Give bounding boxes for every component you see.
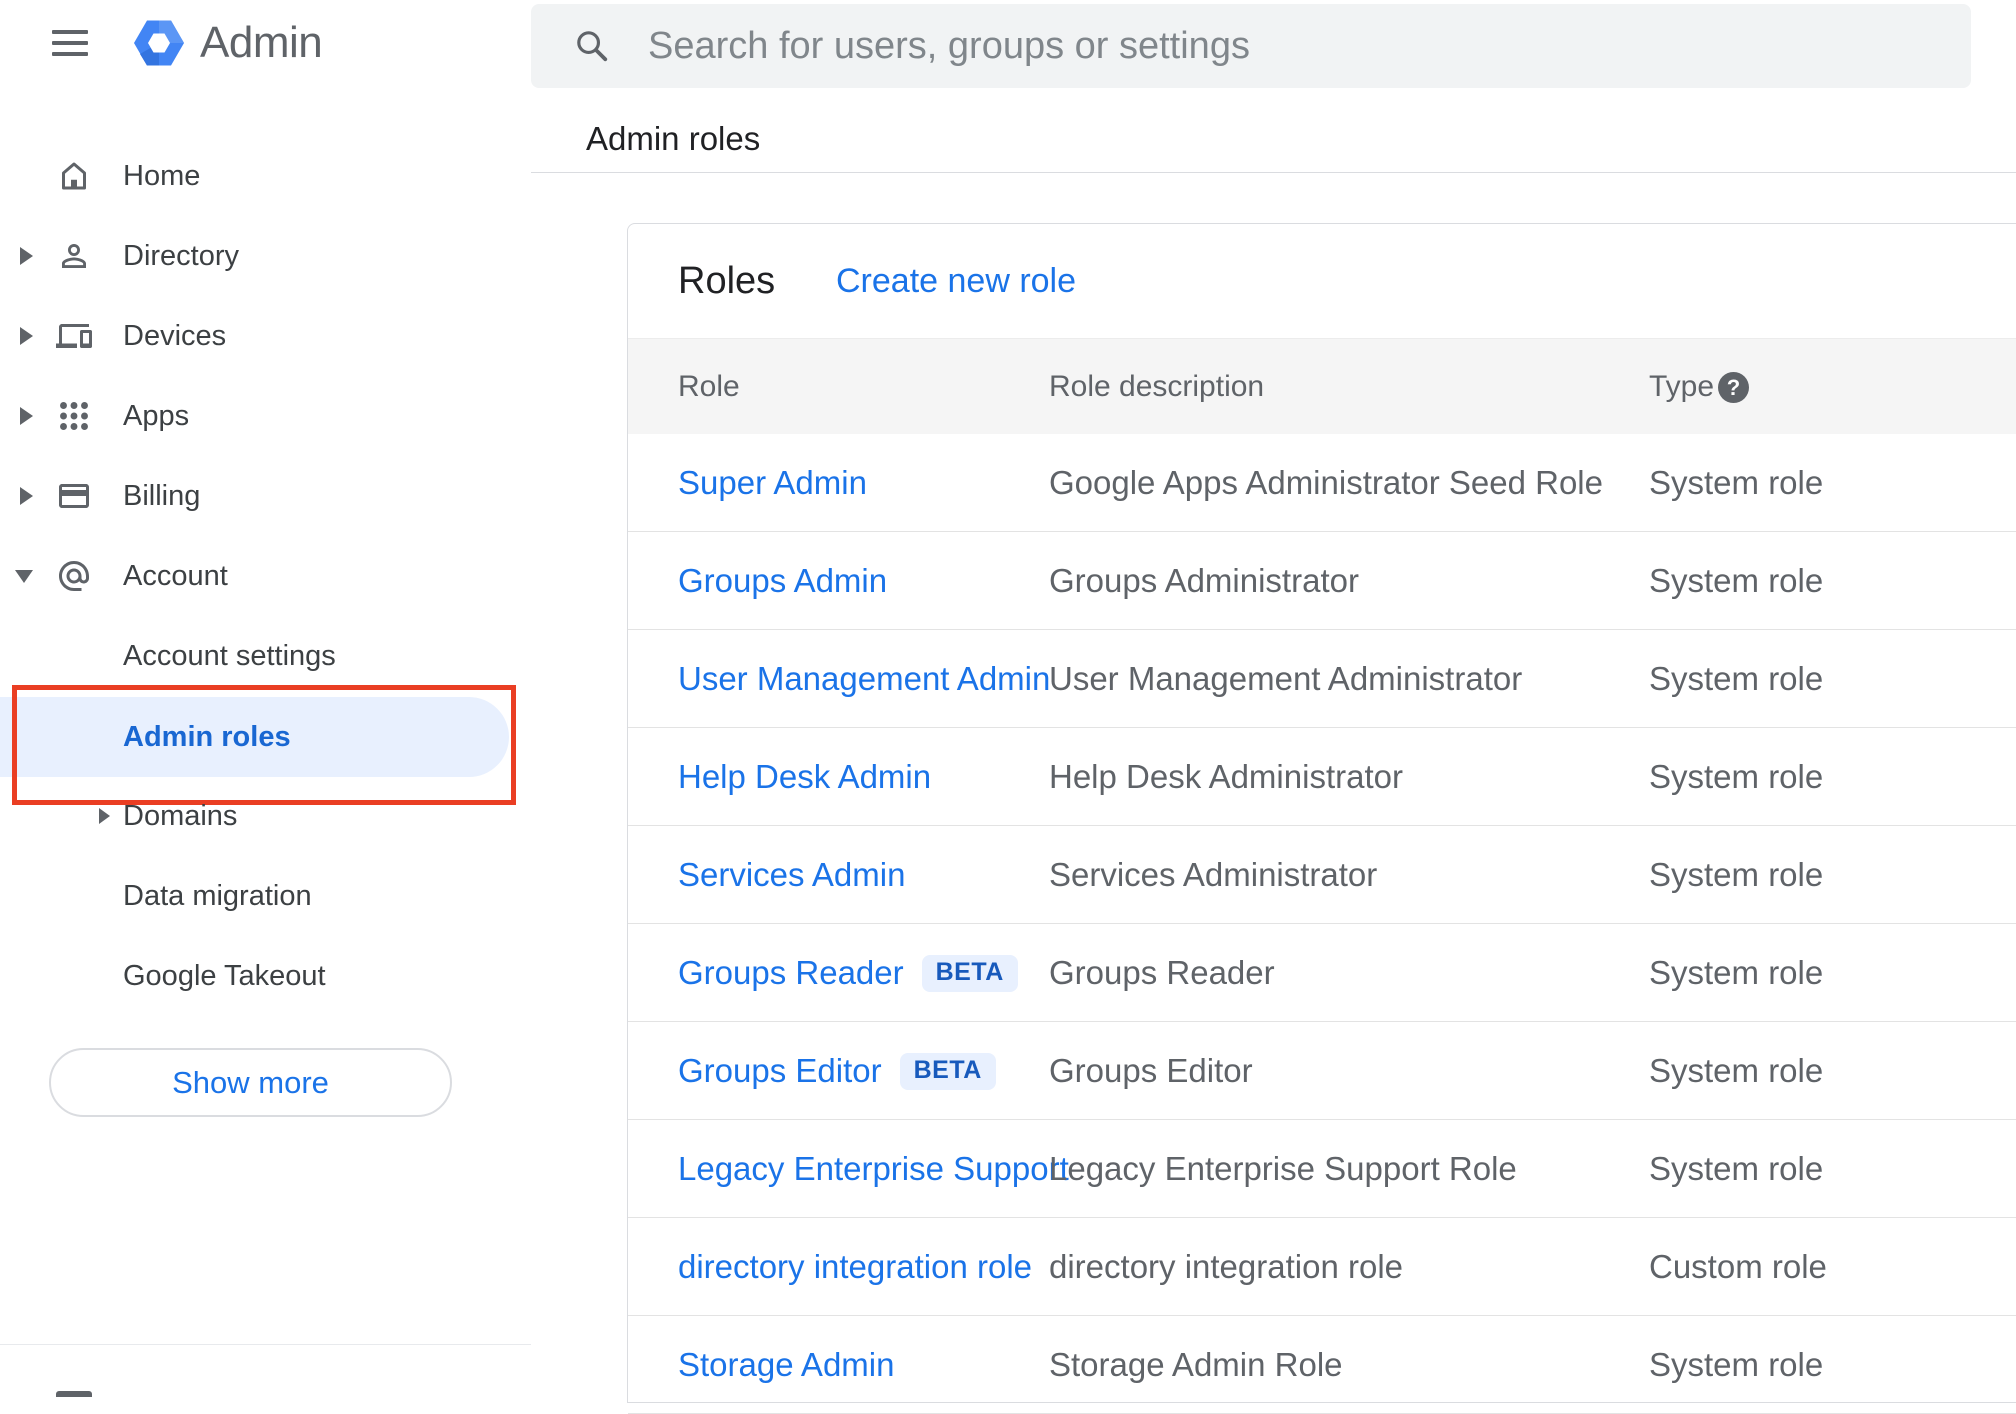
- role-link[interactable]: Super Admin: [678, 464, 867, 502]
- role-type: System role: [1649, 856, 1824, 893]
- beta-badge: BETA: [899, 1052, 996, 1090]
- role-description: Services Administrator: [1049, 856, 1378, 893]
- create-new-role-link[interactable]: Create new role: [836, 224, 1076, 338]
- roles-card: Roles Create new role Role Role descript…: [627, 223, 2016, 1414]
- help-icon[interactable]: ?: [1718, 372, 1749, 403]
- role-description: directory integration role: [1049, 1248, 1404, 1285]
- sidebar-item-account[interactable]: Account: [0, 536, 531, 616]
- sidebar: Admin Home Directory Devices Apps Billin…: [0, 0, 531, 1397]
- role-description: Help Desk Administrator: [1049, 758, 1403, 795]
- role-link[interactable]: Services Admin: [678, 856, 905, 894]
- expand-caret-icon[interactable]: [20, 247, 33, 265]
- sidebar-item-data-migration[interactable]: Data migration: [0, 856, 531, 936]
- role-description: Legacy Enterprise Support Role: [1049, 1150, 1517, 1187]
- role-description: User Management Administrator: [1049, 660, 1523, 697]
- table-row: Services Admin Services Administrator Sy…: [628, 826, 2016, 924]
- expand-caret-icon[interactable]: [20, 407, 33, 425]
- expand-caret-icon[interactable]: [99, 808, 110, 824]
- show-more-button[interactable]: Show more: [49, 1048, 452, 1117]
- column-header-role: Role: [678, 370, 740, 403]
- person-icon: [56, 238, 92, 274]
- table-row: Super Admin Google Apps Administrator Se…: [628, 434, 2016, 532]
- search-input[interactable]: [531, 4, 1971, 88]
- table-row: Legacy Enterprise Support Legacy Enterpr…: [628, 1120, 2016, 1218]
- admin-logo-icon: [132, 16, 186, 70]
- sidebar-item-home[interactable]: Home: [0, 136, 531, 216]
- at-sign-icon: [56, 558, 92, 594]
- sidebar-item-billing[interactable]: Billing: [0, 456, 531, 536]
- role-link[interactable]: Help Desk Admin: [678, 758, 931, 796]
- role-description: Groups Administrator: [1049, 562, 1359, 599]
- table-row: Groups Editor BETA Groups Editor System …: [628, 1022, 2016, 1120]
- hamburger-menu-icon[interactable]: [52, 30, 88, 56]
- role-type: System role: [1649, 464, 1824, 501]
- role-type: System role: [1649, 660, 1824, 697]
- role-type: Custom role: [1649, 1248, 1827, 1285]
- app-title: Admin: [200, 18, 323, 67]
- expand-caret-icon[interactable]: [20, 327, 33, 345]
- column-header-type: Type: [1649, 370, 1715, 403]
- table-row: Storage Admin Storage Admin Role System …: [628, 1316, 2016, 1414]
- header-divider: [531, 172, 2016, 173]
- breadcrumb: Admin roles: [586, 120, 761, 157]
- role-type: System role: [1649, 954, 1824, 991]
- role-type: System role: [1649, 1346, 1824, 1383]
- expand-caret-icon[interactable]: [20, 487, 33, 505]
- role-description: Google Apps Administrator Seed Role: [1049, 464, 1603, 501]
- role-description: Storage Admin Role: [1049, 1346, 1343, 1383]
- table-row: Groups Admin Groups Administrator System…: [628, 532, 2016, 630]
- role-link[interactable]: directory integration role: [678, 1248, 1032, 1286]
- sidebar-item-admin-roles[interactable]: Admin roles: [0, 697, 531, 777]
- role-type: System role: [1649, 562, 1824, 599]
- role-link[interactable]: Storage Admin: [678, 1346, 894, 1384]
- role-description: Groups Editor: [1049, 1052, 1253, 1089]
- role-type: System role: [1649, 1052, 1824, 1089]
- table-row: directory integration role directory int…: [628, 1218, 2016, 1316]
- role-type: System role: [1649, 758, 1824, 795]
- role-link[interactable]: Groups Admin: [678, 562, 887, 600]
- beta-badge: BETA: [921, 954, 1018, 992]
- role-description: Groups Reader: [1049, 954, 1275, 991]
- sidebar-item-devices[interactable]: Devices: [0, 296, 531, 376]
- roles-table-body: Super Admin Google Apps Administrator Se…: [628, 434, 2016, 1414]
- role-link[interactable]: User Management Admin: [678, 660, 1050, 698]
- home-icon: [56, 158, 92, 194]
- sidebar-item-google-takeout[interactable]: Google Takeout: [0, 936, 531, 1016]
- table-row: Groups Reader BETA Groups Reader System …: [628, 924, 2016, 1022]
- role-link[interactable]: Groups Reader: [678, 954, 904, 992]
- role-link[interactable]: Legacy Enterprise Support: [678, 1150, 1069, 1188]
- sidebar-divider: [0, 1344, 531, 1345]
- role-type: System role: [1649, 1150, 1824, 1187]
- cut-off-icon: [56, 1391, 92, 1397]
- search-icon: [572, 26, 610, 64]
- collapse-caret-icon[interactable]: [15, 570, 33, 583]
- table-row: Help Desk Admin Help Desk Administrator …: [628, 728, 2016, 826]
- sidebar-item-account-settings[interactable]: Account settings: [0, 616, 531, 696]
- column-header-role-description: Role description: [1049, 370, 1265, 403]
- apps-grid-icon: [56, 398, 92, 434]
- billing-card-icon: [56, 478, 92, 514]
- role-link[interactable]: Groups Editor: [678, 1052, 882, 1090]
- roles-card-header: Roles Create new role: [628, 224, 2016, 338]
- table-row: User Management Admin User Management Ad…: [628, 630, 2016, 728]
- sidebar-item-directory[interactable]: Directory: [0, 216, 531, 296]
- sidebar-item-apps[interactable]: Apps: [0, 376, 531, 456]
- devices-icon: [56, 318, 92, 354]
- table-header-row: Role Role description Type ?: [628, 338, 2016, 434]
- roles-title: Roles: [678, 260, 776, 302]
- sidebar-item-domains[interactable]: Domains: [0, 776, 531, 856]
